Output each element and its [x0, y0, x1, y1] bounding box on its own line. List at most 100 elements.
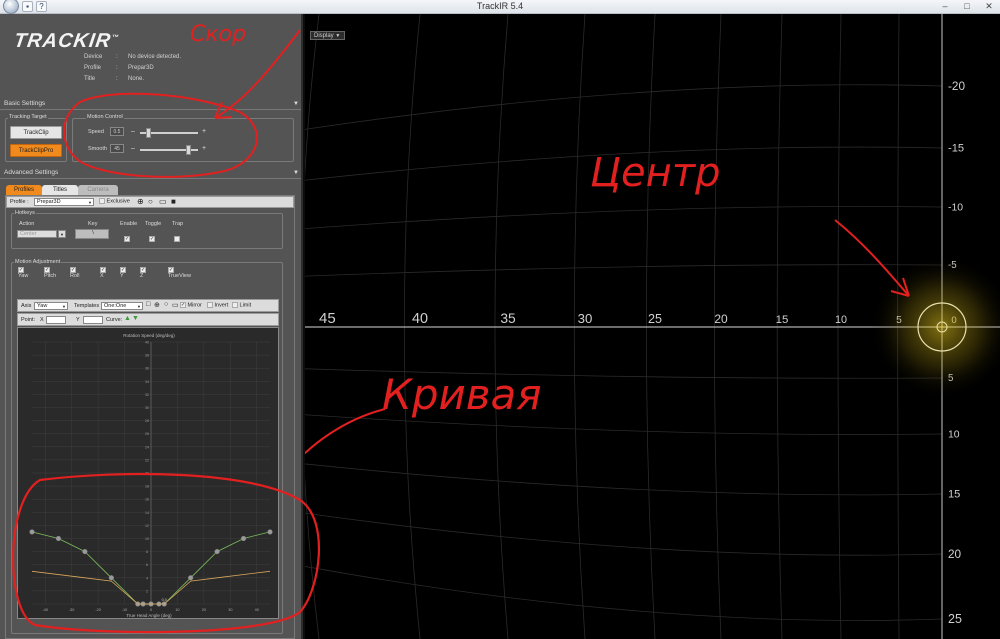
grid-line — [305, 566, 943, 621]
y-tick-label: 32 — [145, 393, 149, 397]
mirror-checkbox[interactable]: ✓ Mirror — [180, 302, 202, 308]
tracking-target-label: Tracking Target — [8, 114, 48, 120]
trueview-checkbox[interactable]: ✓ TrueView — [168, 267, 191, 279]
point-y-field[interactable] — [83, 316, 103, 324]
curve-control-point[interactable] — [267, 529, 273, 535]
annotation-curve-text: Кривая — [382, 370, 542, 419]
hotkey-action-dropdown[interactable]: ▼ — [58, 230, 66, 238]
x-tick-label: -30 — [69, 608, 75, 612]
rename-profile-icon[interactable]: ▭ — [159, 197, 167, 206]
invert-checkbox[interactable]: Invert — [207, 302, 228, 308]
point-value-label: 0.0 — [162, 598, 167, 602]
x-axis-label: 40 — [412, 311, 428, 327]
advanced-settings-header[interactable]: Advanced Settings ▼ — [0, 169, 301, 179]
tab-camera[interactable]: Camera — [78, 185, 118, 195]
z-checkbox[interactable]: ✓ Z — [140, 267, 146, 279]
trackclip-button[interactable]: TrackClip — [10, 126, 62, 139]
x-axis-label: 35 — [500, 311, 516, 326]
pitch-checkbox[interactable]: ✓ Pitch — [44, 267, 56, 279]
remove-point-icon[interactable]: ○ — [164, 301, 168, 308]
profile-toolbar: Profile : Prepar3D ▼ Exclusive ⊕ ○ ▭ ■ — [6, 196, 294, 208]
hotkey-action-select[interactable]: Center — [17, 230, 57, 238]
y-tick-label: 28 — [145, 419, 149, 423]
tab-titles[interactable]: Titles — [42, 185, 78, 195]
y-tick-label: 10 — [145, 537, 149, 541]
curve-control-point[interactable] — [188, 575, 194, 581]
trackclippro-button[interactable]: TrackClipPro — [10, 144, 62, 157]
y-tick-label: 36 — [145, 367, 149, 371]
curve-control-point[interactable] — [214, 549, 220, 555]
yaw-checkbox[interactable]: ✓ Yaw — [18, 267, 28, 279]
curve-control-point[interactable] — [108, 575, 114, 581]
speed-value[interactable]: 0.5 — [110, 127, 124, 136]
hotkey-toggle-checkbox[interactable]: ✓ — [149, 230, 155, 248]
x-tick-label: -20 — [95, 608, 101, 612]
device-info-row: Profile: Prepar3D — [84, 65, 154, 71]
y-checkbox[interactable]: ✓ Y — [120, 267, 126, 279]
y-axis-label: 10 — [948, 429, 960, 440]
y-axis-label: -15 — [948, 143, 964, 155]
smooth-slider-thumb[interactable] — [186, 145, 191, 155]
save-profile-icon[interactable]: ■ — [171, 197, 176, 206]
speed-minus-button[interactable]: – — [131, 128, 135, 136]
y-axis-label: 20 — [948, 547, 962, 561]
curve-graph-svg[interactable]: Rotation Speed (deg/deg) True Head Angle… — [18, 328, 280, 620]
curve-control-point[interactable] — [82, 549, 88, 555]
curve-graph[interactable]: Rotation Speed (deg/deg) True Head Angle… — [17, 327, 279, 619]
hotkey-trap-checkbox[interactable] — [174, 230, 180, 248]
roll-checkbox[interactable]: ✓ Roll — [70, 267, 79, 279]
templates-select[interactable]: One:One ▼ — [101, 302, 143, 310]
tracking-display[interactable]: 454035302520151050 -20-15-10-5510152025 … — [305, 14, 1000, 639]
y-tick-label: 6 — [146, 563, 148, 567]
curve-down-arrow-icon[interactable]: ▼ — [132, 315, 139, 322]
y-tick-label: 0 — [146, 603, 148, 607]
close-button[interactable]: ✕ — [978, 0, 1000, 13]
speed-plus-button[interactable]: + — [202, 128, 206, 136]
x-checkbox[interactable]: ✓ X — [100, 267, 106, 279]
axis-select[interactable]: Yaw ▼ — [34, 302, 68, 310]
select-point-icon[interactable]: □ — [146, 301, 150, 308]
exclusive-checkbox[interactable]: Exclusive — [99, 198, 130, 204]
x-axis-label: 25 — [648, 312, 662, 326]
speed-slider-thumb[interactable] — [146, 128, 151, 138]
y-tick-label: 14 — [145, 511, 149, 515]
add-point-icon[interactable]: ⊕ — [154, 301, 160, 309]
hotkey-enable-checkbox[interactable]: ✓ — [124, 230, 130, 248]
x-tick-label: 10 — [175, 608, 179, 612]
chevron-down-icon: ▼ — [88, 200, 92, 205]
x-tick-label: -40 — [42, 608, 48, 612]
add-profile-icon[interactable]: ⊕ — [137, 197, 144, 206]
curve-control-point[interactable] — [240, 535, 247, 542]
y-tick-label: 12 — [145, 524, 149, 528]
limit-checkbox[interactable]: Limit — [232, 302, 251, 308]
chevron-down-icon: ▼ — [137, 304, 141, 309]
profile-select[interactable]: Prepar3D ▼ — [34, 198, 94, 206]
y-tick-label: 38 — [145, 354, 149, 358]
smooth-value[interactable]: 45 — [110, 144, 124, 153]
hotkey-key-field[interactable]: \ — [75, 229, 109, 239]
y-tick-label: 26 — [145, 432, 149, 436]
head-position-glow — [870, 255, 1000, 399]
collapse-icon: ▼ — [293, 170, 299, 176]
curve-up-arrow-icon[interactable]: ▲ — [124, 315, 131, 322]
curve-control-point[interactable] — [55, 535, 62, 542]
collapse-icon: ▼ — [293, 101, 299, 107]
smooth-minus-button[interactable]: – — [131, 145, 135, 153]
point-x-field[interactable] — [46, 316, 66, 324]
remove-profile-icon[interactable]: ○ — [148, 197, 153, 206]
y-tick-label: 24 — [145, 445, 149, 449]
smooth-plus-button[interactable]: + — [202, 145, 206, 153]
maximize-button[interactable]: □ — [956, 0, 978, 13]
reset-curve-icon[interactable]: ▭ — [172, 301, 179, 309]
tab-profiles[interactable]: Profiles — [6, 185, 42, 195]
y-axis-label: 25 — [948, 612, 962, 626]
trackir-logo: TRACKIR™ — [12, 30, 121, 52]
y-tick-label: 16 — [145, 498, 149, 502]
minimize-button[interactable]: – — [934, 0, 956, 13]
y-tick-label: 30 — [145, 406, 149, 410]
curve-control-point[interactable] — [29, 529, 35, 535]
window-controls: – □ ✕ — [934, 0, 1000, 13]
y-tick-label: 8 — [146, 550, 148, 554]
display-dropdown[interactable]: Display ▼ — [310, 31, 345, 40]
basic-settings-header[interactable]: Basic Settings ▼ — [0, 100, 301, 110]
